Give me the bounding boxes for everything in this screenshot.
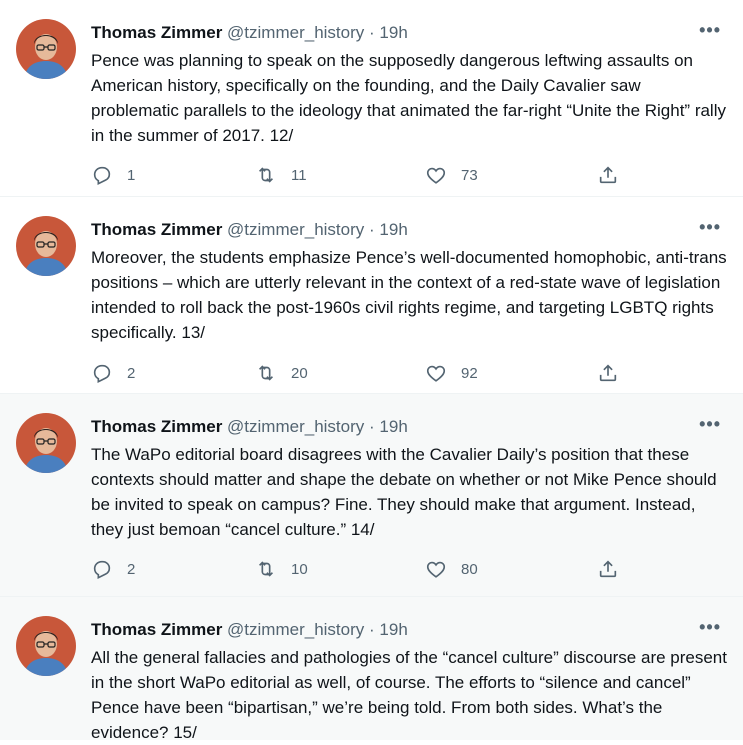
timestamp[interactable]: 19h (379, 23, 407, 42)
more-icon[interactable]: ••• (699, 617, 721, 638)
retweet-count: 10 (291, 560, 308, 578)
tweet-header: Thomas Zimmer @tzimmer_history · 19h (91, 619, 408, 641)
like-icon (426, 365, 446, 382)
share-button[interactable] (597, 558, 619, 580)
share-icon (599, 166, 617, 184)
more-icon[interactable]: ••• (699, 217, 721, 238)
avatar[interactable] (16, 616, 76, 676)
tweet-text: Pence was planning to speak on the suppo… (91, 51, 726, 145)
retweet-count: 11 (291, 166, 307, 184)
like-icon (426, 561, 446, 578)
share-icon (599, 364, 617, 382)
tweet[interactable]: Thomas Zimmer @tzimmer_history · 19h •••… (0, 197, 743, 394)
tweet-text: All the general fallacies and pathologie… (91, 648, 727, 742)
reply-count: 2 (127, 560, 136, 578)
retweet-icon (258, 167, 274, 183)
reply-icon (93, 560, 111, 580)
tweet[interactable]: Thomas Zimmer @tzimmer_history · 19h •••… (0, 394, 743, 597)
more-icon[interactable]: ••• (699, 414, 721, 435)
tweet-text: The WaPo editorial board disagrees with … (91, 445, 717, 539)
separator: · (369, 23, 375, 42)
reply-icon (93, 364, 111, 384)
tweet-actions: 2 10 80 (91, 558, 651, 582)
more-icon[interactable]: ••• (699, 20, 721, 41)
tweet-text: Moreover, the students emphasize Pence’s… (91, 248, 727, 342)
timestamp[interactable]: 19h (379, 620, 407, 639)
tweet[interactable]: Thomas Zimmer @tzimmer_history · 19h •••… (0, 0, 743, 197)
avatar[interactable] (16, 216, 76, 276)
share-button[interactable] (597, 164, 619, 186)
tweet-actions: 1 11 73 (91, 164, 651, 188)
separator: · (369, 220, 375, 239)
handle[interactable]: @tzimmer_history (227, 23, 364, 42)
reply-count: 1 (127, 166, 136, 184)
tweet[interactable]: Thomas Zimmer @tzimmer_history · 19h •••… (0, 597, 743, 742)
like-count: 80 (461, 560, 478, 578)
handle[interactable]: @tzimmer_history (227, 417, 364, 436)
reply-button[interactable]: 1 (91, 164, 135, 186)
like-button[interactable]: 73 (425, 164, 478, 186)
separator: · (369, 620, 375, 639)
retweet-icon (258, 561, 274, 577)
share-icon (599, 560, 617, 578)
separator: · (369, 417, 375, 436)
retweet-button[interactable]: 20 (255, 362, 308, 384)
retweet-button[interactable]: 10 (255, 558, 308, 580)
timestamp[interactable]: 19h (379, 220, 407, 239)
retweet-count: 20 (291, 364, 308, 382)
tweet-actions: 2 20 92 (91, 362, 651, 386)
display-name[interactable]: Thomas Zimmer (91, 620, 222, 639)
like-icon (426, 167, 446, 184)
like-button[interactable]: 80 (425, 558, 478, 580)
retweet-icon (258, 365, 274, 381)
reply-count: 2 (127, 364, 136, 382)
handle[interactable]: @tzimmer_history (227, 620, 364, 639)
avatar[interactable] (16, 19, 76, 79)
like-count: 73 (461, 166, 478, 184)
like-button[interactable]: 92 (425, 362, 478, 384)
tweet-header: Thomas Zimmer @tzimmer_history · 19h (91, 416, 408, 438)
reply-button[interactable]: 2 (91, 362, 135, 384)
timestamp[interactable]: 19h (379, 417, 407, 436)
reply-icon (93, 166, 111, 186)
display-name[interactable]: Thomas Zimmer (91, 417, 222, 436)
like-count: 92 (461, 364, 478, 382)
tweet-header: Thomas Zimmer @tzimmer_history · 19h (91, 22, 408, 44)
retweet-button[interactable]: 11 (255, 164, 307, 186)
share-button[interactable] (597, 362, 619, 384)
reply-button[interactable]: 2 (91, 558, 135, 580)
avatar[interactable] (16, 413, 76, 473)
display-name[interactable]: Thomas Zimmer (91, 23, 222, 42)
display-name[interactable]: Thomas Zimmer (91, 220, 222, 239)
tweet-header: Thomas Zimmer @tzimmer_history · 19h (91, 219, 408, 241)
handle[interactable]: @tzimmer_history (227, 220, 364, 239)
